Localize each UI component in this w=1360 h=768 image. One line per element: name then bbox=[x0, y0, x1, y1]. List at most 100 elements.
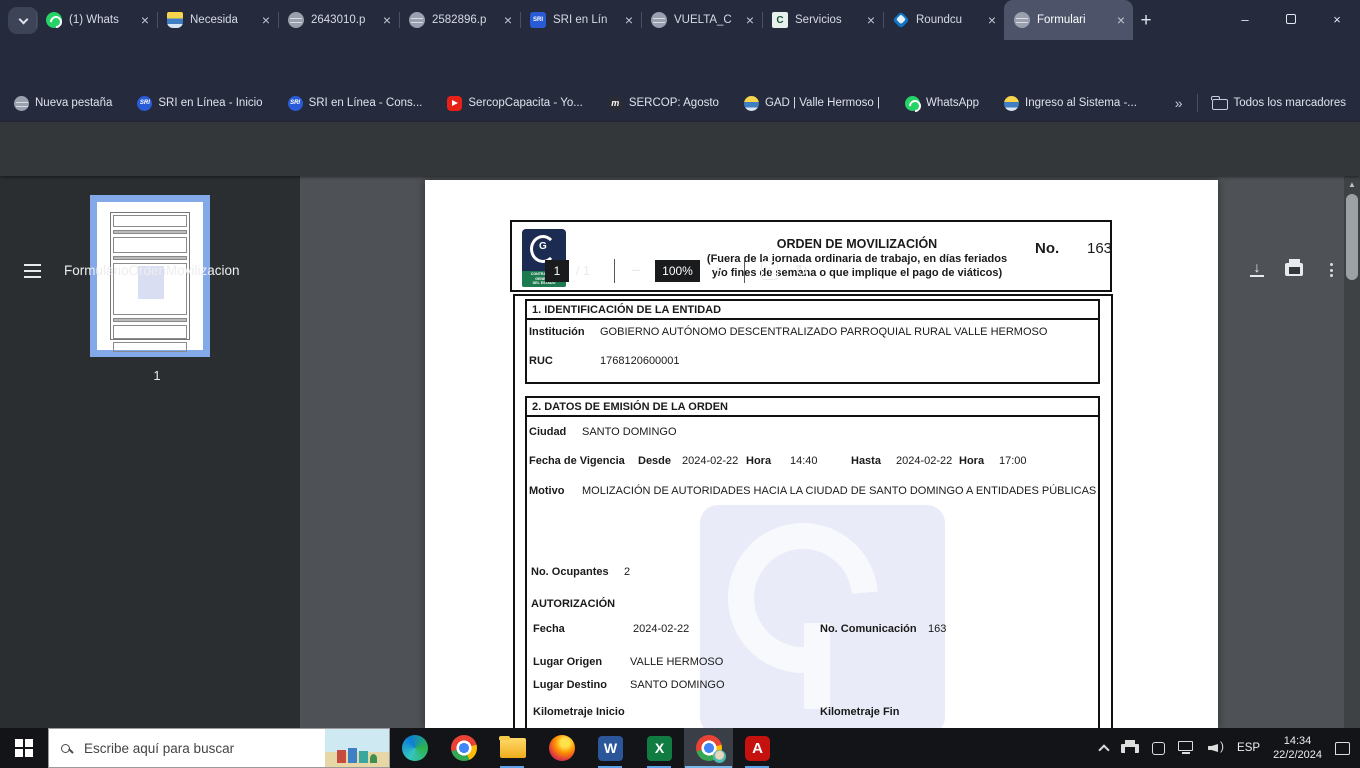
taskbar-explorer[interactable] bbox=[488, 728, 537, 768]
tab-sri[interactable]: SRI en Lín × bbox=[520, 0, 641, 40]
tab-close-icon[interactable]: × bbox=[625, 12, 633, 28]
file-explorer-icon bbox=[499, 738, 526, 758]
taskbar-search-box[interactable]: Escribe aquí para buscar bbox=[48, 728, 390, 768]
tab-vuelta[interactable]: VUELTA_C × bbox=[641, 0, 762, 40]
pdf-menu-more-icon[interactable] bbox=[1330, 263, 1333, 277]
taskbar-word[interactable]: W bbox=[586, 728, 635, 768]
tab-close-icon[interactable]: × bbox=[504, 12, 512, 28]
tab-2643010[interactable]: 2643010.p × bbox=[278, 0, 399, 40]
tab-necesidad[interactable]: Necesida × bbox=[157, 0, 278, 40]
taskbar-edge[interactable] bbox=[390, 728, 439, 768]
pdf-menu-icon[interactable] bbox=[24, 264, 41, 278]
bookmark-sercopcapacita[interactable]: SercopCapacita - Yo... bbox=[447, 95, 583, 111]
taskbar-excel[interactable]: X bbox=[635, 728, 684, 768]
search-placeholder: Escribe aquí para buscar bbox=[84, 740, 235, 756]
tab-strip: (1) Whats × Necesida × 2643010.p × 25828… bbox=[0, 0, 1360, 40]
fit-to-page-icon[interactable]: ↕ bbox=[761, 261, 778, 280]
bookmark-gad-valle-hermoso[interactable]: GAD | Valle Hermoso | bbox=[743, 95, 880, 111]
scroll-up-icon[interactable]: ▲ bbox=[1344, 176, 1360, 193]
bookmark-whatsapp[interactable]: WhatsApp bbox=[904, 95, 979, 111]
divider bbox=[744, 259, 745, 283]
firefox-icon bbox=[548, 735, 575, 761]
sri-icon bbox=[287, 95, 303, 111]
globe-icon bbox=[288, 12, 304, 28]
sri-icon bbox=[137, 95, 153, 111]
page-number-input[interactable]: 1 bbox=[545, 260, 569, 282]
language-indicator[interactable]: ESP bbox=[1237, 742, 1260, 754]
search-highlight-image[interactable] bbox=[325, 729, 389, 767]
bookmark-sri-inicio[interactable]: SRI en Línea - Inicio bbox=[137, 95, 263, 111]
pdf-content-area: 1 G CONTRALORÍA GENERAL DEL ESTADO ORDEN… bbox=[0, 176, 1360, 728]
tab-close-icon[interactable]: × bbox=[262, 12, 270, 28]
zoom-in-icon[interactable]: + bbox=[713, 261, 723, 281]
ruc-value: 1768120600001 bbox=[600, 355, 680, 367]
new-tab-button[interactable]: + bbox=[1133, 8, 1159, 34]
window-minimize-button[interactable]: – bbox=[1224, 0, 1266, 38]
chrome-icon bbox=[450, 735, 477, 761]
window-maximize-button[interactable] bbox=[1270, 0, 1312, 38]
clock[interactable]: 14:34 22/2/2024 bbox=[1273, 734, 1322, 762]
bookmark-sri-consultas[interactable]: SRI en Línea - Cons... bbox=[287, 95, 422, 111]
globe-icon bbox=[651, 12, 667, 28]
zoom-out-icon[interactable]: − bbox=[631, 261, 641, 281]
tray-icon[interactable] bbox=[1152, 741, 1166, 755]
sercop-icon bbox=[607, 95, 623, 111]
printer-tray-icon[interactable] bbox=[1121, 740, 1140, 756]
taskbar: Escribe aquí para buscar W X A) ESP 14:… bbox=[0, 728, 1360, 768]
start-button[interactable] bbox=[0, 728, 48, 768]
browser-toolbar: ← → ↻ i Archivo D:/Users/Master/Download… bbox=[0, 40, 1360, 118]
sri-icon bbox=[530, 12, 546, 28]
tab-close-icon[interactable]: × bbox=[867, 12, 875, 28]
hasta-label: Hasta bbox=[851, 455, 881, 467]
bookmark-sercop-agosto[interactable]: SERCOP: Agosto bbox=[607, 95, 719, 111]
roundcube-icon bbox=[892, 11, 910, 29]
taskbar-chrome-active[interactable] bbox=[684, 728, 733, 768]
form-subtitle-2: y/o fines de semana o que implique el pa… bbox=[711, 267, 1003, 279]
scrollbar-thumb[interactable] bbox=[1346, 194, 1358, 280]
network-icon[interactable] bbox=[1178, 741, 1195, 755]
volume-icon[interactable]: ) bbox=[1208, 739, 1224, 755]
acrobat-icon: A bbox=[745, 735, 770, 761]
tab-search-button[interactable] bbox=[8, 7, 38, 34]
autorizacion-title: AUTORIZACIÓN bbox=[531, 598, 616, 610]
hasta-value: 2024-02-22 bbox=[896, 455, 953, 467]
print-icon[interactable] bbox=[1285, 259, 1303, 276]
bookmarks-overflow-icon[interactable]: » bbox=[1175, 95, 1183, 111]
section2-title: 2. DATOS DE EMISIÓN DE LA ORDEN bbox=[525, 396, 1100, 417]
bookmark-ingreso-sistema[interactable]: Ingreso al Sistema -... bbox=[1004, 95, 1137, 111]
tab-whatsapp[interactable]: (1) Whats × bbox=[36, 0, 157, 40]
taskbar-acrobat[interactable]: A bbox=[733, 728, 782, 768]
bookmarks-bar: Nueva pestaña SRI en Línea - Inicio SRI … bbox=[0, 84, 1360, 122]
taskbar-chrome[interactable] bbox=[439, 728, 488, 768]
taskbar-firefox[interactable] bbox=[537, 728, 586, 768]
rotate-icon[interactable]: ↺ bbox=[795, 261, 808, 281]
action-center-icon[interactable] bbox=[1335, 741, 1350, 755]
globe-icon bbox=[409, 12, 425, 28]
tab-close-icon[interactable]: × bbox=[746, 12, 754, 28]
divider bbox=[1196, 94, 1198, 112]
tab-servicios[interactable]: Servicios × bbox=[762, 0, 883, 40]
tab-close-icon[interactable]: × bbox=[141, 12, 149, 28]
cge-icon bbox=[772, 12, 788, 28]
window-close-button[interactable]: × bbox=[1316, 0, 1358, 38]
tab-close-icon[interactable]: × bbox=[1117, 12, 1125, 28]
fecha-value: 2024-02-22 bbox=[633, 623, 690, 635]
fecha-label: Fecha bbox=[533, 623, 565, 635]
tab-close-icon[interactable]: × bbox=[383, 12, 391, 28]
tray-expand-icon[interactable] bbox=[1098, 744, 1110, 756]
tab-2582896[interactable]: 2582896.p × bbox=[399, 0, 520, 40]
globe-icon bbox=[14, 95, 29, 111]
date: 22/2/2024 bbox=[1273, 749, 1322, 761]
youtube-icon bbox=[447, 95, 463, 111]
tab-roundcube[interactable]: Roundcu × bbox=[883, 0, 1004, 40]
shield-icon bbox=[743, 95, 759, 111]
whatsapp-icon bbox=[904, 95, 920, 111]
pdf-download-icon[interactable]: ↓ bbox=[1249, 260, 1265, 277]
scrollbar[interactable]: ▲ bbox=[1344, 176, 1360, 728]
all-bookmarks-button[interactable]: Todos los marcadores bbox=[1211, 96, 1346, 110]
tab-close-icon[interactable]: × bbox=[988, 12, 996, 28]
zoom-level[interactable]: 100% bbox=[655, 260, 700, 282]
bookmark-nueva-pestana[interactable]: Nueva pestaña bbox=[14, 95, 112, 111]
ciudad-label: Ciudad bbox=[529, 426, 567, 438]
tab-formulario-active[interactable]: Formulari × bbox=[1004, 0, 1133, 40]
